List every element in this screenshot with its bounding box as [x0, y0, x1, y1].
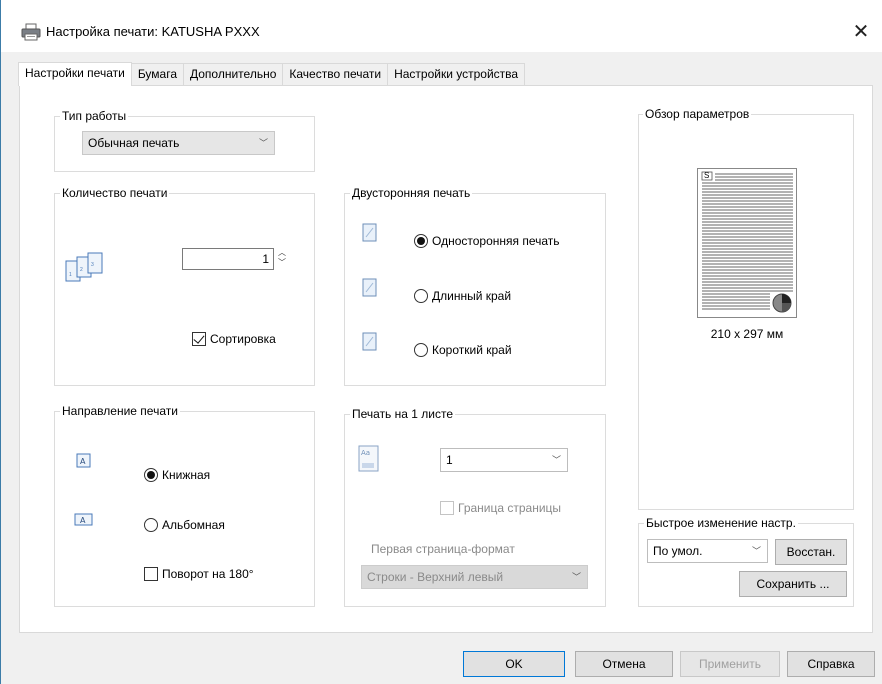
save-preset-button[interactable]: Сохранить ...: [739, 571, 847, 597]
job-type-title: Тип работы: [60, 109, 129, 123]
preview-title: Обзор параметров: [643, 107, 752, 121]
orientation-group: Направление печати A Книжная A Альбомная…: [54, 404, 315, 607]
rotate-180-label: Поворот на 180°: [162, 567, 254, 581]
duplex-option-label: Длинный край: [432, 289, 512, 303]
orientation-option-label: Книжная: [162, 468, 211, 482]
quick-settings-group: Быстрое изменение настр. По умол. ﹀ Восс…: [638, 516, 854, 607]
orientation-title: Направление печати: [60, 404, 180, 418]
collate-label: Сортировка: [210, 332, 276, 346]
page-border-label: Граница страницы: [458, 501, 562, 515]
long-edge-page-icon: [362, 278, 378, 301]
nup-page-icon: Aa: [358, 445, 380, 476]
checkbox-box[interactable]: [440, 501, 454, 515]
tab-strip: Настройки печати Бумага Дополнительно Ка…: [18, 62, 526, 86]
checkbox-box[interactable]: [192, 332, 206, 346]
chevron-up-icon[interactable]: ︿: [276, 248, 288, 258]
page-letter: S: [704, 171, 710, 180]
duplex-option-long-edge[interactable]: Длинный край: [414, 289, 511, 303]
job-type-value: Обычная печать: [88, 136, 180, 150]
orientation-option-portrait[interactable]: Книжная: [144, 468, 210, 482]
nup-title: Печать на 1 листе: [350, 407, 456, 421]
duplex-group: Двусторонняя печать Односторонняя печать…: [344, 186, 606, 386]
svg-text:Aa: Aa: [361, 449, 370, 457]
page-order-value: Строки - Верхний левый: [367, 570, 504, 584]
quick-settings-select[interactable]: По умол. ﹀: [647, 539, 768, 563]
page-border-checkbox[interactable]: Граница страницы: [440, 501, 561, 515]
checkbox-box[interactable]: [144, 567, 158, 581]
copies-stepper[interactable]: ︿ ﹀: [276, 248, 288, 270]
title-bar[interactable]: Настройка печати: KATUSHA PXXX ✕: [1, 0, 882, 52]
collate-checkbox[interactable]: Сортировка: [192, 332, 276, 346]
preview-group: Обзор параметров S 210 x 297 мм: [638, 107, 854, 510]
nup-value: 1: [446, 453, 453, 467]
nup-select[interactable]: 1 ﹀: [440, 448, 568, 472]
rotate-180-checkbox[interactable]: Поворот на 180°: [144, 567, 254, 581]
svg-text:A: A: [80, 516, 86, 525]
radio-dot[interactable]: [414, 234, 428, 248]
job-type-group: Тип работы Обычная печать ﹀: [54, 109, 315, 172]
tab-print-quality[interactable]: Качество печати: [282, 63, 389, 85]
duplex-option-simplex[interactable]: Односторонняя печать: [414, 234, 560, 248]
duplex-option-label: Односторонняя печать: [432, 234, 560, 248]
apply-button[interactable]: Применить: [680, 651, 780, 677]
radio-dot[interactable]: [144, 518, 158, 532]
chevron-down-icon[interactable]: ﹀: [276, 258, 288, 268]
short-edge-page-icon: [362, 332, 378, 355]
svg-text:2: 2: [80, 267, 83, 273]
collate-pages-icon: 1 2 3: [65, 251, 111, 288]
print-settings-window: Настройка печати: KATUSHA PXXX ✕ Настрой…: [0, 0, 882, 684]
copies-group: Количество печати 1 2 3 1 ︿ ﹀ Сортировка: [54, 186, 315, 386]
cancel-button[interactable]: Отмена: [575, 651, 673, 677]
nup-group: Печать на 1 листе Aa 1 ﹀ Граница страниц…: [344, 407, 606, 607]
simplex-page-icon: [362, 223, 378, 246]
chevron-down-icon: ﹀: [258, 138, 268, 148]
copies-title: Количество печати: [60, 186, 170, 200]
orientation-option-landscape[interactable]: Альбомная: [144, 518, 225, 532]
duplex-option-short-edge[interactable]: Короткий край: [414, 343, 512, 357]
radio-dot[interactable]: [414, 343, 428, 357]
svg-text:3: 3: [91, 262, 94, 268]
quick-settings-title: Быстрое изменение настр.: [644, 516, 798, 530]
printer-icon: [21, 23, 41, 41]
svg-text:1: 1: [69, 272, 72, 278]
tab-paper[interactable]: Бумага: [130, 63, 184, 85]
orientation-option-label: Альбомная: [162, 518, 225, 532]
close-button[interactable]: ✕: [846, 16, 876, 46]
page-order-select[interactable]: Строки - Верхний левый ﹀: [361, 565, 588, 589]
chevron-down-icon: ﹀: [551, 455, 561, 465]
tab-print-settings[interactable]: Настройки печати: [18, 62, 132, 86]
restore-button[interactable]: Восстан.: [775, 539, 847, 565]
job-type-select[interactable]: Обычная печать ﹀: [82, 131, 275, 155]
duplex-title: Двусторонняя печать: [350, 186, 473, 200]
page-preview-lines: [701, 171, 793, 313]
tab-advanced[interactable]: Дополнительно: [183, 63, 284, 85]
chevron-down-icon: ﹀: [751, 546, 761, 556]
radio-dot[interactable]: [414, 289, 428, 303]
page-order-label: Первая страница-формат: [371, 542, 515, 556]
chevron-down-icon: ﹀: [571, 572, 581, 582]
window-title: Настройка печати: KATUSHA PXXX: [46, 24, 260, 39]
page-preview: S: [697, 168, 797, 318]
duplex-option-label: Короткий край: [432, 343, 512, 357]
portrait-page-icon: A: [76, 453, 92, 472]
paper-size-label: 210 x 297 мм: [710, 327, 784, 341]
svg-text:A: A: [80, 457, 86, 466]
ok-button[interactable]: OK: [463, 651, 565, 677]
copies-input[interactable]: 1: [182, 248, 274, 270]
radio-dot[interactable]: [144, 468, 158, 482]
quick-settings-value: По умол.: [653, 544, 703, 558]
tab-device-settings[interactable]: Настройки устройства: [387, 63, 526, 85]
tab-panel: Тип работы Обычная печать ﹀ Количество п…: [19, 85, 873, 633]
help-button[interactable]: Справка: [787, 651, 875, 677]
landscape-page-icon: A: [74, 513, 94, 530]
